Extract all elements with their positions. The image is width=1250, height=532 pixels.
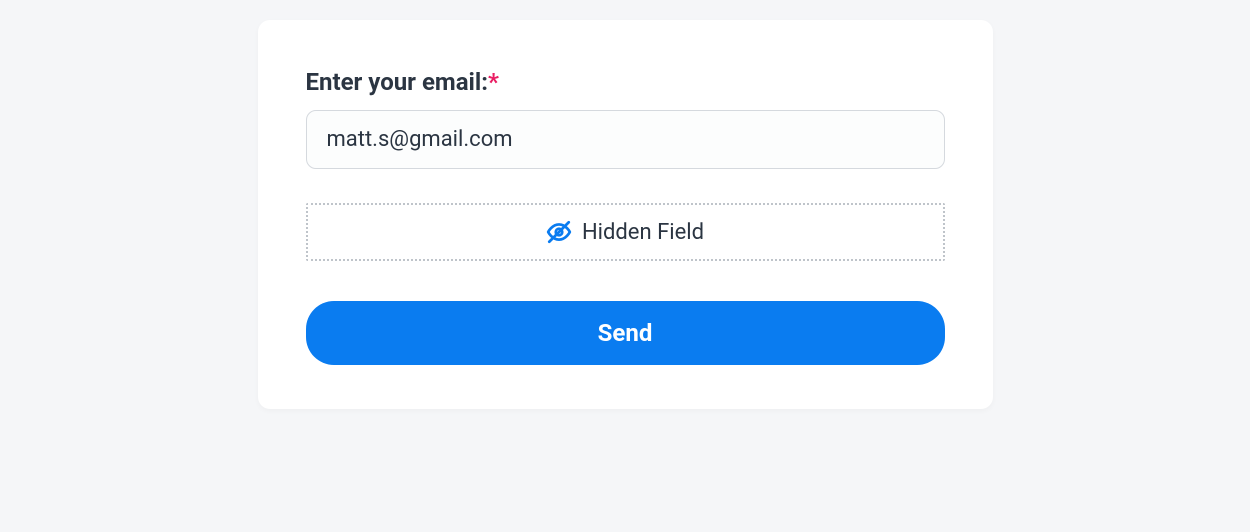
form-card: Enter your email:* Hidden Field Send bbox=[258, 20, 993, 409]
email-input[interactable] bbox=[306, 110, 945, 169]
send-button[interactable]: Send bbox=[306, 301, 945, 365]
email-label: Enter your email: bbox=[306, 68, 489, 96]
required-asterisk: * bbox=[488, 68, 499, 96]
eye-slash-icon bbox=[546, 219, 572, 245]
hidden-field-box: Hidden Field bbox=[306, 203, 945, 261]
email-label-row: Enter your email:* bbox=[306, 68, 945, 96]
hidden-field-label: Hidden Field bbox=[582, 220, 704, 245]
